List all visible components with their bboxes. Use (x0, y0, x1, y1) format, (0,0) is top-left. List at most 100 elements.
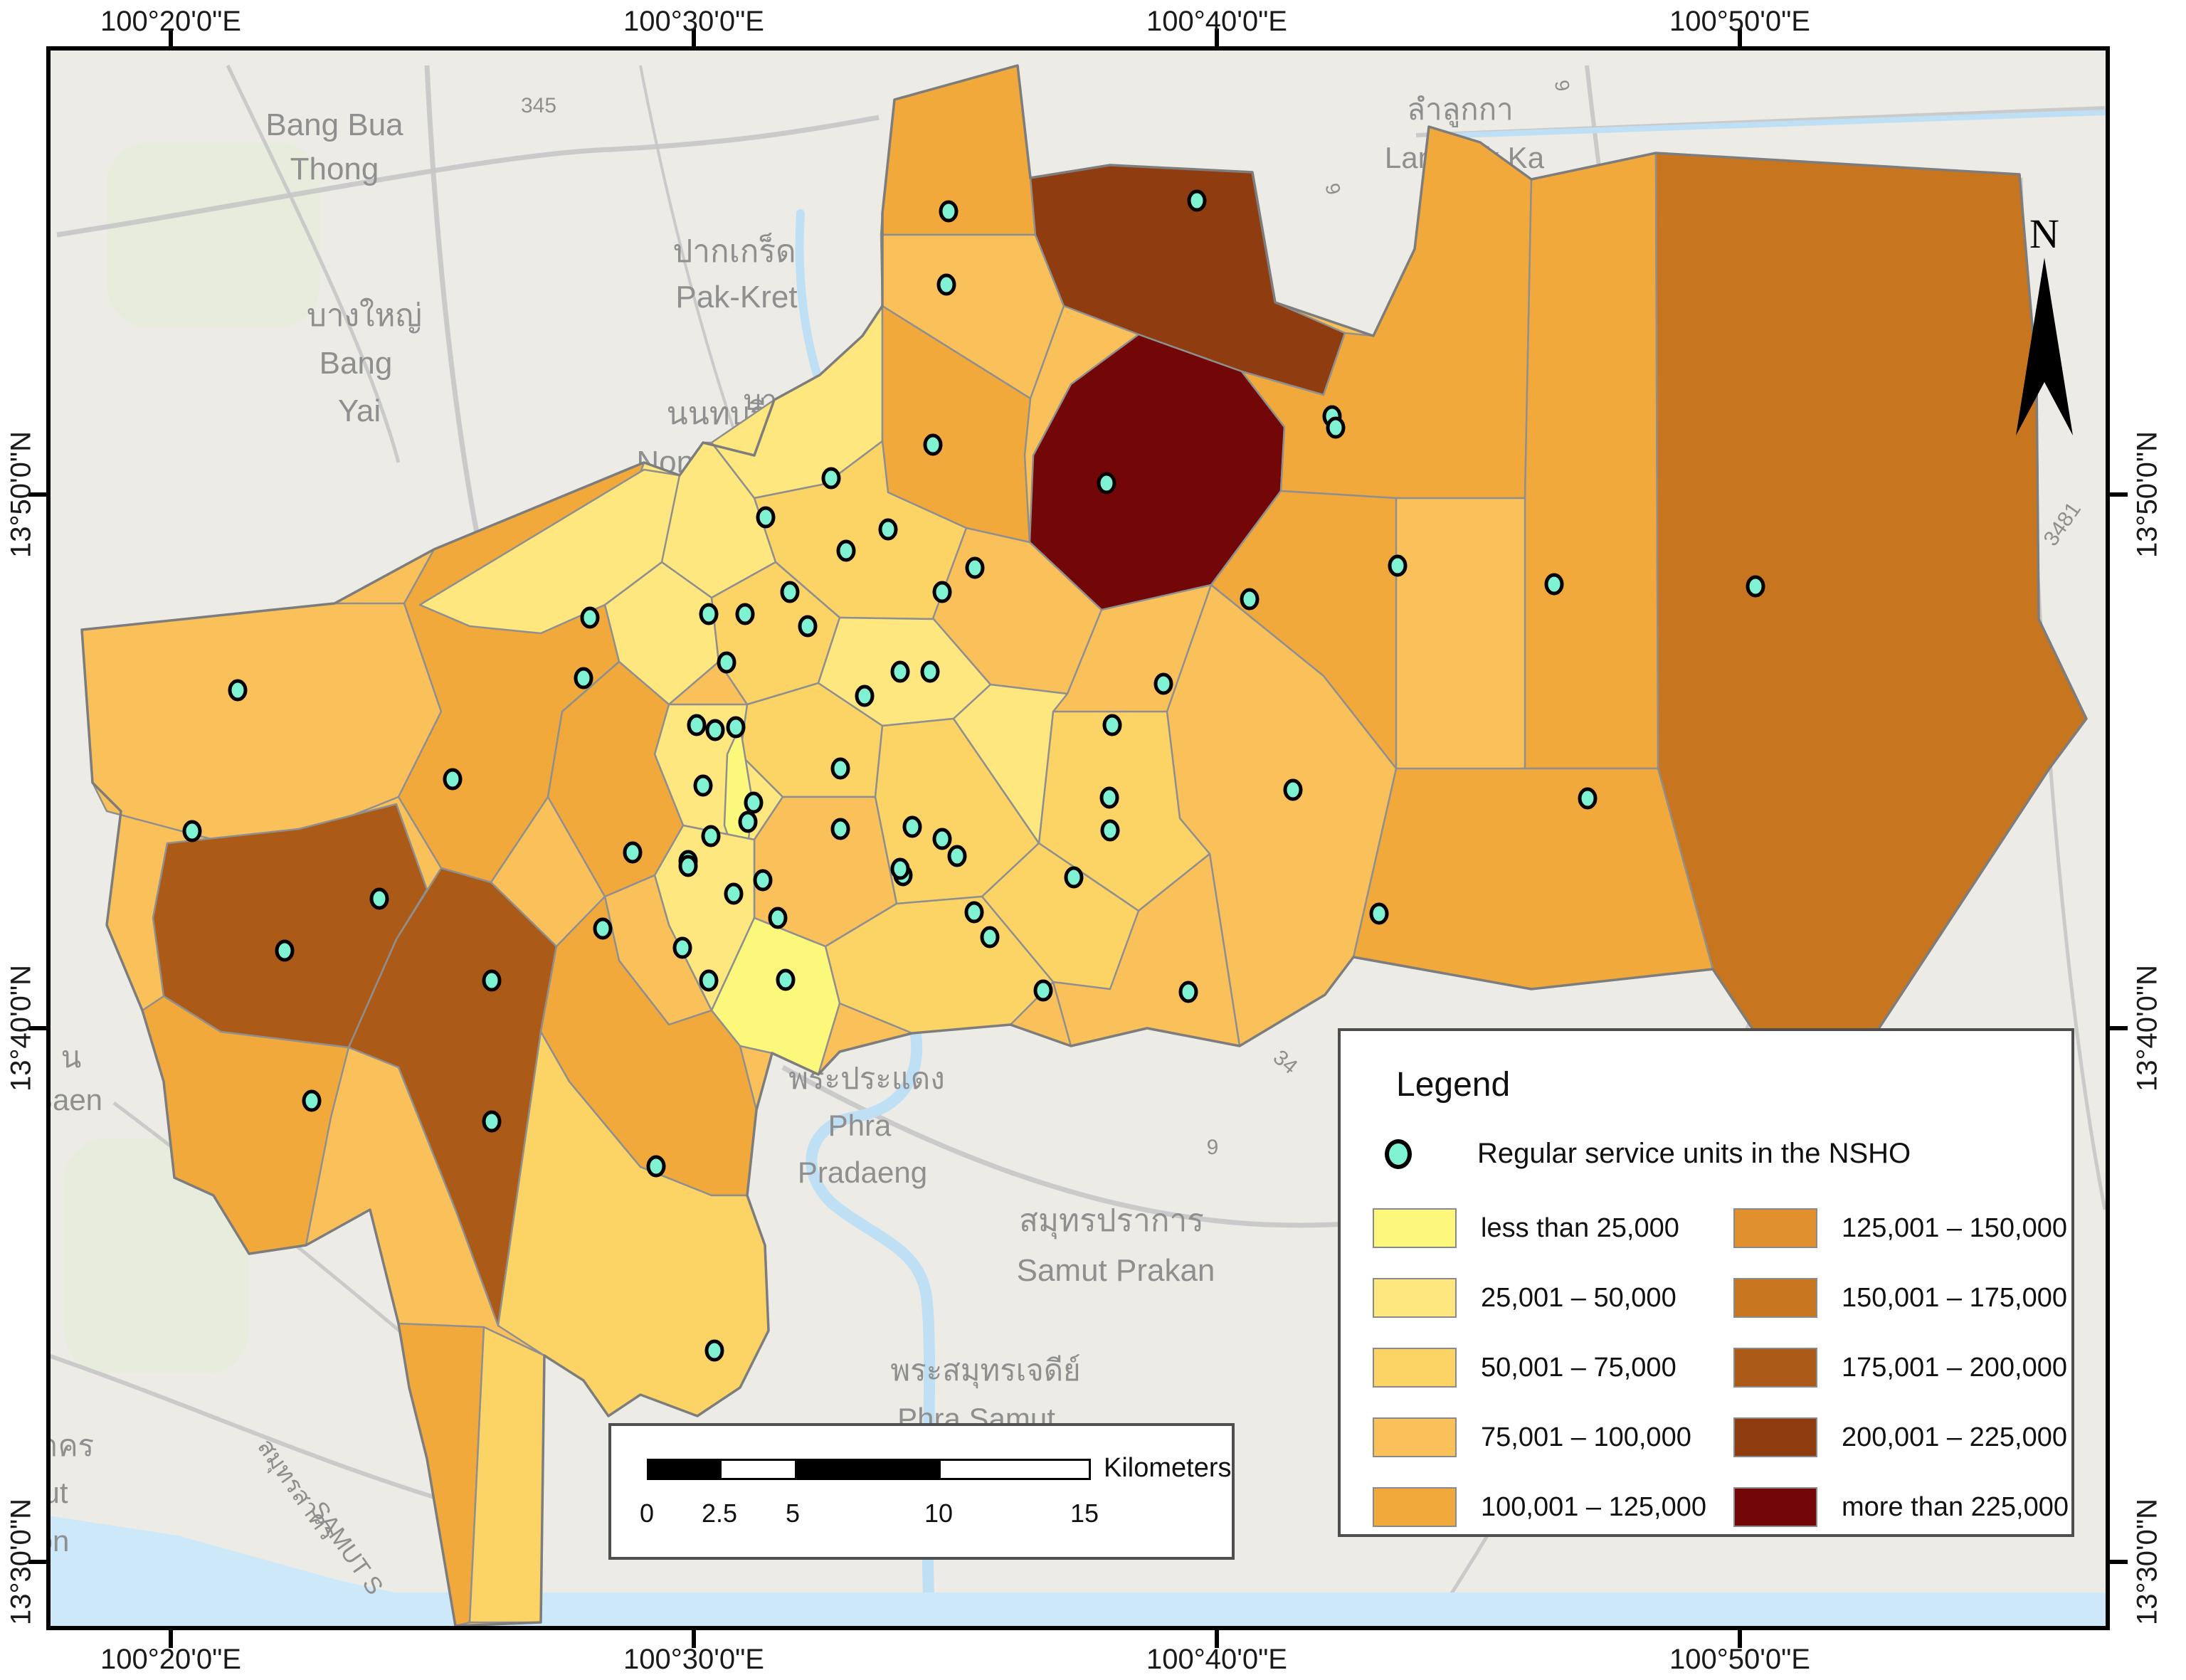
service-unit-dot (778, 971, 793, 989)
basemap-green-patch (107, 142, 320, 327)
service-unit-dot (966, 903, 982, 921)
service-unit-dot (833, 820, 848, 838)
basemap-label: Bang Bua (265, 107, 403, 142)
service-unit-dot (595, 919, 611, 938)
service-unit-dot (707, 721, 723, 739)
service-unit-dot (277, 941, 292, 960)
basemap-label: Pradaeng (798, 1156, 927, 1189)
legend-title: Legend (1396, 1065, 1510, 1104)
service-unit-dot (922, 662, 938, 681)
service-unit-dot (1066, 868, 1082, 887)
scalebar-segment (649, 1461, 722, 1478)
basemap-label: สมุทรปราการ (1019, 1203, 1204, 1240)
legend-swatch (1373, 1278, 1457, 1318)
graticule-label: 13°40'0"N (2132, 965, 2164, 1092)
graticule-label: 100°40'0"E (1146, 1644, 1287, 1676)
basemap-label: Samut Prakan (1017, 1253, 1215, 1288)
service-unit-dot (800, 617, 815, 635)
basemap-label: on (36, 1524, 70, 1558)
service-unit-dot (648, 1157, 664, 1176)
service-unit-dot (1371, 904, 1387, 923)
service-unit-dot (1580, 789, 1595, 808)
basemap-label: น (61, 1040, 82, 1074)
service-area-polygon (1353, 768, 1713, 989)
scalebar-number: 5 (786, 1499, 800, 1528)
service-unit-dot (770, 909, 786, 927)
service-unit-dot (939, 275, 954, 294)
legend-swatch (1373, 1348, 1457, 1388)
graticule-label: 13°50'0"N (2132, 431, 2164, 558)
legend-class-row: 75,001 – 100,000 (1373, 1402, 1706, 1472)
legend-class-label: 125,001 – 150,000 (1842, 1213, 2067, 1244)
service-unit-dot (1242, 590, 1257, 608)
service-unit-dot (445, 770, 460, 788)
scalebar-bar (647, 1459, 1091, 1480)
service-unit-dot (484, 971, 500, 990)
legend-class-label: 50,001 – 75,000 (1481, 1353, 1677, 1383)
basemap-label: Thong (290, 152, 379, 186)
legend-swatch (1733, 1278, 1817, 1318)
service-unit-dot (925, 435, 941, 454)
legend-class-row: 25,001 – 50,000 (1373, 1263, 1706, 1333)
service-unit-dot (880, 520, 896, 539)
north-arrow: N (2012, 210, 2076, 446)
scalebar-number: 10 (924, 1499, 953, 1528)
graticule-label: 13°50'0"N (6, 431, 38, 558)
graticule-label: 100°20'0"E (100, 1644, 241, 1676)
graticule-label: 100°30'0"E (623, 6, 764, 38)
service-unit-dot (703, 827, 719, 845)
graticule-label: 100°40'0"E (1146, 6, 1287, 38)
service-area-polygon (470, 1327, 544, 1622)
service-unit-dot (184, 822, 200, 840)
basemap-label: Yai (338, 393, 381, 428)
service-unit-dot (484, 1112, 500, 1131)
legend-class-row: more than 225,000 (1733, 1472, 2069, 1542)
scalebar-number: 2.5 (702, 1499, 737, 1528)
service-unit-dot (740, 813, 756, 831)
service-unit-dot (892, 662, 908, 681)
service-unit-dot (1748, 577, 1763, 596)
legend-swatch (1373, 1208, 1457, 1248)
service-unit-dot (892, 860, 908, 878)
legend-swatch (1373, 1487, 1457, 1527)
basemap-label: Pak-Kret (675, 280, 797, 315)
service-unit-dot (576, 669, 591, 687)
service-unit-dot (304, 1092, 320, 1110)
service-unit-dot (949, 847, 965, 865)
graticule-label: 100°50'0"E (1669, 1644, 1810, 1676)
service-unit-dot (689, 716, 704, 734)
legend-class-label: more than 225,000 (1842, 1492, 2069, 1523)
service-unit-dot (967, 559, 983, 577)
legend-swatch (1733, 1348, 1817, 1388)
service-unit-dot (857, 687, 872, 705)
service-unit-dot (1099, 474, 1114, 492)
service-unit-dot (1328, 418, 1343, 437)
legend-class-label: 25,001 – 50,000 (1481, 1283, 1677, 1314)
service-unit-dot (737, 605, 753, 623)
service-unit-dot (1546, 575, 1562, 593)
service-unit-dot (726, 884, 741, 903)
legend-class-row: 100,001 – 125,000 (1373, 1472, 1706, 1542)
service-unit-dot (833, 759, 848, 778)
service-area-polygon (1525, 153, 1658, 768)
basemap-label: พระสมุทรเจดีย์ (890, 1353, 1080, 1389)
legend-swatch (1733, 1208, 1817, 1248)
basemap-label: Phra (828, 1109, 892, 1142)
service-unit-dot (728, 718, 744, 736)
graticule-label: 13°30'0"N (6, 1499, 38, 1625)
graticule-label: 100°30'0"E (623, 1644, 764, 1676)
service-unit-dot (230, 681, 245, 699)
service-unit-dot (823, 469, 839, 487)
service-unit-dot (941, 202, 956, 221)
service-unit-dot (758, 508, 773, 527)
scalebar-segment (941, 1461, 1087, 1478)
service-unit-dot (371, 889, 387, 908)
basemap-label: ปากเกร็ด (672, 233, 796, 269)
legend-class-label: 75,001 – 100,000 (1481, 1422, 1691, 1453)
legend-point-row: Regular service units in the NSHO (1376, 1138, 1911, 1170)
service-unit-dot (675, 939, 690, 957)
basemap-label: Baen (33, 1083, 102, 1116)
service-unit-dot (746, 793, 761, 812)
basemap-label: Bang (320, 346, 393, 381)
service-unit-dot (982, 928, 998, 946)
